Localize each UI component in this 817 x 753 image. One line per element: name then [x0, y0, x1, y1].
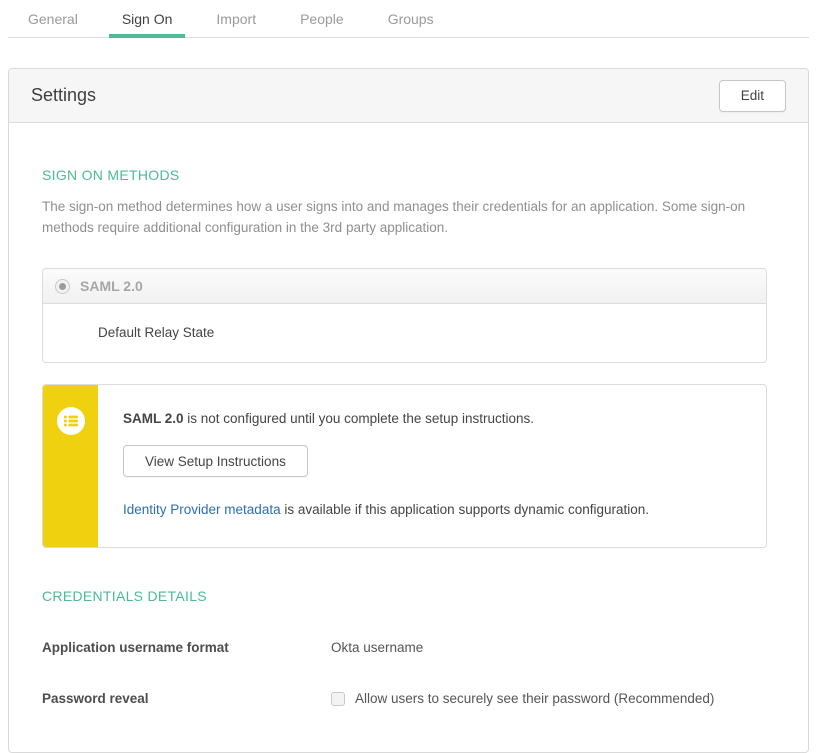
identity-provider-metadata-link[interactable]: Identity Provider metadata	[123, 502, 281, 517]
settings-panel-header: Settings Edit	[9, 69, 808, 123]
callout-message-rest: is not configured until you complete the…	[184, 411, 534, 426]
tab-people[interactable]: People	[287, 0, 357, 37]
username-format-label: Application username format	[42, 640, 331, 655]
default-relay-state-label: Default Relay State	[98, 325, 214, 340]
password-reveal-row: Password reveal Allow users to securely …	[42, 691, 767, 706]
password-reveal-checkbox[interactable]	[331, 692, 345, 706]
password-reveal-label: Password reveal	[42, 691, 331, 706]
callout-content: SAML 2.0 is not configured until you com…	[98, 385, 673, 547]
saml-method-box-body: Default Relay State	[43, 304, 766, 362]
tab-sign-on[interactable]: Sign On	[109, 0, 186, 37]
saml-method-box: SAML 2.0 Default Relay State	[42, 268, 767, 363]
sign-on-methods-description: The sign-on method determines how a user…	[42, 196, 767, 238]
panel-title: Settings	[31, 85, 96, 106]
settings-panel-body: SIGN ON METHODS The sign-on method deter…	[9, 123, 808, 752]
idp-metadata-line: Identity Provider metadata is available …	[123, 501, 649, 519]
sign-on-methods-heading: SIGN ON METHODS	[42, 167, 767, 183]
callout-yellow-strip	[43, 385, 98, 547]
idp-metadata-line-rest: is available if this application support…	[281, 502, 649, 517]
saml-setup-callout: SAML 2.0 is not configured until you com…	[42, 384, 767, 548]
callout-message: SAML 2.0 is not configured until you com…	[123, 410, 649, 428]
username-format-row: Application username format Okta usernam…	[42, 640, 767, 655]
tab-import[interactable]: Import	[203, 0, 269, 37]
tab-general[interactable]: General	[15, 0, 91, 37]
app-tabbar: General Sign On Import People Groups	[8, 0, 809, 38]
edit-button[interactable]: Edit	[719, 80, 786, 112]
saml-method-box-header: SAML 2.0	[43, 269, 766, 304]
settings-panel: Settings Edit SIGN ON METHODS The sign-o…	[8, 68, 809, 753]
view-setup-instructions-button[interactable]: View Setup Instructions	[123, 445, 308, 477]
tab-groups[interactable]: Groups	[375, 0, 447, 37]
list-circle-icon	[57, 407, 85, 435]
saml-method-label: SAML 2.0	[80, 278, 143, 294]
username-format-value: Okta username	[331, 640, 423, 655]
saml-radio-button[interactable]	[55, 279, 70, 294]
callout-message-bold: SAML 2.0	[123, 411, 184, 426]
password-reveal-checkbox-label: Allow users to securely see their passwo…	[355, 691, 714, 706]
credentials-details-heading: CREDENTIALS DETAILS	[42, 588, 767, 604]
